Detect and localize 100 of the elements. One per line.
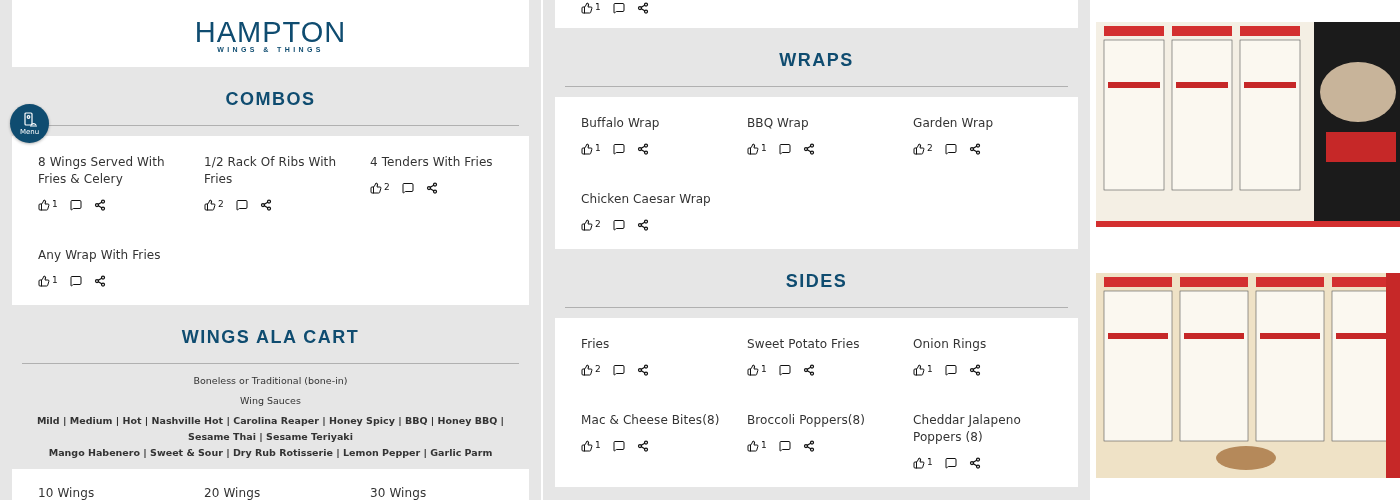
comment-icon[interactable]: [612, 2, 625, 14]
item-name[interactable]: Mac & Cheese Bites(8): [581, 412, 731, 429]
item-name[interactable]: 30 Wings: [370, 485, 520, 500]
thumbs-up-icon: [38, 199, 50, 211]
item-name[interactable]: BBQ Wrap: [747, 115, 897, 132]
logo-wordmark[interactable]: HAMPTON: [194, 18, 347, 46]
like-button[interactable]: 2: [581, 364, 601, 376]
share-icon[interactable]: [802, 440, 815, 452]
section-note: Boneless or Traditional (bone-in): [193, 374, 348, 388]
comment-icon[interactable]: [69, 275, 82, 287]
like-count: 1: [595, 440, 601, 450]
like-count: 2: [218, 199, 224, 209]
thumbs-up-icon: [913, 457, 925, 469]
comment-icon[interactable]: [612, 440, 625, 452]
share-icon[interactable]: [259, 199, 272, 211]
comment-icon[interactable]: [612, 143, 625, 155]
share-icon[interactable]: [802, 143, 815, 155]
item-name[interactable]: 1/2 Rack Of Ribs With Fries: [204, 154, 354, 188]
comment-icon[interactable]: [235, 199, 248, 211]
share-icon[interactable]: [93, 199, 106, 211]
thumbs-up-icon: [204, 199, 216, 211]
like-button[interactable]: 1: [581, 440, 601, 452]
thumbs-up-icon: [581, 364, 593, 376]
section-heading: WINGS ALA CART: [181, 326, 360, 348]
like-button[interactable]: 1: [581, 2, 601, 14]
sauce-list: Mango Habenero | Sweet & Sour | Dry Rub Rotisserie | Lemon Pepper | Garlic Parm: [48, 445, 493, 461]
item-name[interactable]: Garden Wrap: [913, 115, 1063, 132]
like-count: 2: [595, 364, 601, 374]
share-icon[interactable]: [636, 364, 649, 376]
item-name[interactable]: 8 Wings Served With Fries & Celery: [38, 154, 188, 188]
item-name[interactable]: Chicken Caesar Wrap: [581, 191, 731, 208]
section-note: Wing Sauces: [240, 394, 301, 408]
like-count: 1: [595, 2, 601, 12]
share-icon[interactable]: [636, 2, 649, 14]
comment-icon[interactable]: [69, 199, 82, 211]
like-count: 1: [927, 457, 933, 467]
share-icon[interactable]: [968, 364, 981, 376]
like-count: 1: [595, 143, 601, 153]
thumbs-up-icon: [747, 364, 759, 376]
share-icon[interactable]: [93, 275, 106, 287]
comment-icon[interactable]: [612, 219, 625, 231]
menu-icon: [21, 111, 38, 128]
like-count: 2: [384, 182, 390, 192]
thumbs-up-icon: [581, 219, 593, 231]
share-icon[interactable]: [802, 364, 815, 376]
section-heading: SIDES: [785, 270, 848, 292]
like-button[interactable]: 1: [747, 143, 767, 155]
section-heading: WRAPS: [779, 49, 854, 71]
item-name[interactable]: Cheddar Jalapeno Poppers (8): [913, 412, 1063, 446]
like-button[interactable]: 2: [913, 143, 933, 155]
comment-icon[interactable]: [778, 364, 791, 376]
like-count: 2: [595, 219, 601, 229]
comment-icon[interactable]: [778, 143, 791, 155]
like-button[interactable]: 2: [204, 199, 224, 211]
thumbs-up-icon: [38, 275, 50, 287]
like-count: 1: [761, 440, 767, 450]
comment-icon[interactable]: [778, 440, 791, 452]
share-icon[interactable]: [968, 457, 981, 469]
like-count: 1: [761, 143, 767, 153]
like-button[interactable]: 1: [38, 275, 58, 287]
sauce-list: Mild | Medium | Hot | Nashville Hot | Carolina Reaper | Honey Spicy | BBQ | Honey BBQ | Sesame Thai | Sesame Teriyaki: [22, 413, 519, 445]
item-name[interactable]: Buffalo Wrap: [581, 115, 731, 132]
item-name[interactable]: 10 Wings: [38, 485, 188, 500]
like-count: 1: [52, 275, 58, 285]
like-count: 1: [761, 364, 767, 374]
like-button[interactable]: 1: [747, 364, 767, 376]
item-name[interactable]: Broccoli Poppers(8): [747, 412, 897, 429]
comment-icon[interactable]: [944, 143, 957, 155]
share-icon[interactable]: [636, 440, 649, 452]
thumbs-up-icon: [581, 143, 593, 155]
like-button[interactable]: 2: [370, 182, 390, 194]
like-button[interactable]: 1: [913, 457, 933, 469]
item-name[interactable]: Any Wrap With Fries: [38, 247, 188, 264]
comment-icon[interactable]: [944, 364, 957, 376]
like-button[interactable]: 1: [38, 199, 58, 211]
item-name[interactable]: Sweet Potato Fries: [747, 336, 897, 353]
like-count: 1: [927, 364, 933, 374]
item-name[interactable]: 20 Wings: [204, 485, 354, 500]
share-icon[interactable]: [636, 219, 649, 231]
item-name[interactable]: Onion Rings: [913, 336, 1063, 353]
item-name[interactable]: Fries: [581, 336, 731, 353]
like-count: 2: [927, 143, 933, 153]
thumbs-up-icon: [370, 182, 382, 194]
like-button[interactable]: 1: [913, 364, 933, 376]
thumbs-up-icon: [581, 440, 593, 452]
like-button[interactable]: 1: [747, 440, 767, 452]
comment-icon[interactable]: [401, 182, 414, 194]
like-count: 1: [52, 199, 58, 209]
share-icon[interactable]: [425, 182, 438, 194]
thumbs-up-icon: [747, 440, 759, 452]
share-icon[interactable]: [968, 143, 981, 155]
thumbs-up-icon: [747, 143, 759, 155]
comment-icon[interactable]: [944, 457, 957, 469]
comment-icon[interactable]: [612, 364, 625, 376]
thumbs-up-icon: [913, 364, 925, 376]
like-button[interactable]: 2: [581, 219, 601, 231]
like-button[interactable]: 1: [581, 143, 601, 155]
share-icon[interactable]: [636, 143, 649, 155]
section-heading: COMBOS: [225, 88, 316, 110]
item-name[interactable]: 4 Tenders With Fries: [370, 154, 520, 171]
